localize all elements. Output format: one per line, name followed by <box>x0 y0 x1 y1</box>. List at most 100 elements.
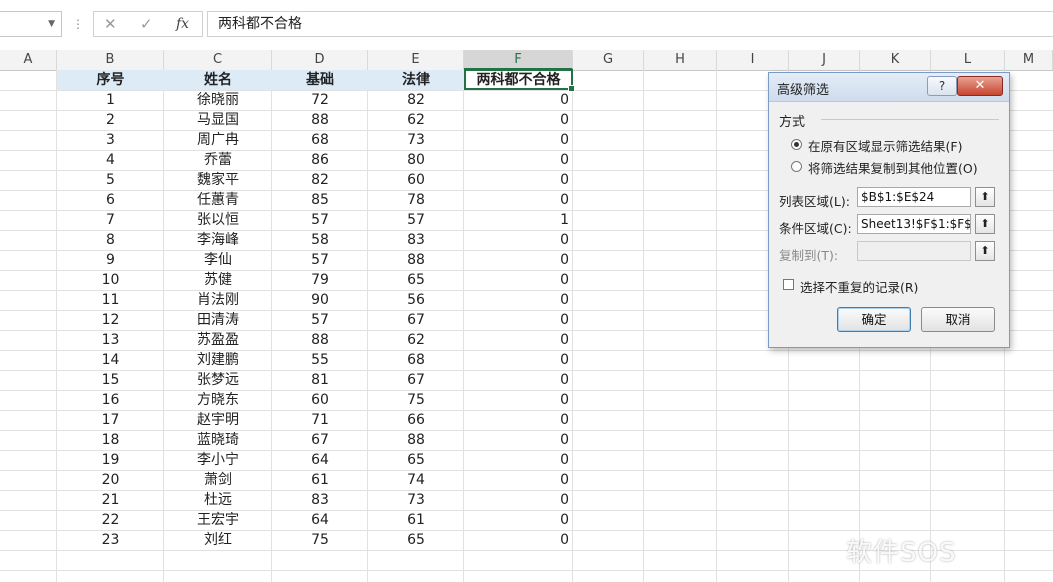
table-cell[interactable]: 60 <box>368 170 464 190</box>
table-cell[interactable]: 61 <box>368 510 464 530</box>
table-cell[interactable]: 65 <box>368 450 464 470</box>
table-cell[interactable]: 魏家平 <box>164 170 272 190</box>
table-cell[interactable]: 0 <box>464 450 573 470</box>
table-cell[interactable]: 田清涛 <box>164 310 272 330</box>
criteria-range-collapse-icon[interactable]: ⬆ <box>975 214 995 234</box>
radio-filter-in-place-label[interactable]: 在原有区域显示筛选结果(F) <box>808 136 962 155</box>
copy-to-input[interactable] <box>857 241 971 261</box>
table-cell[interactable]: 15 <box>57 370 164 390</box>
table-cell[interactable]: 88 <box>368 250 464 270</box>
column-header-i[interactable]: I <box>717 50 789 70</box>
table-cell[interactable]: 75 <box>272 530 368 550</box>
radio-copy-to-location[interactable] <box>791 161 802 172</box>
table-cell[interactable]: 66 <box>368 410 464 430</box>
table-cell[interactable]: 14 <box>57 350 164 370</box>
table-cell[interactable]: 6 <box>57 190 164 210</box>
table-cell[interactable]: 81 <box>272 370 368 390</box>
table-cell[interactable]: 0 <box>464 250 573 270</box>
table-cell[interactable]: 0 <box>464 510 573 530</box>
table-cell[interactable]: 56 <box>368 290 464 310</box>
table-cell[interactable]: 88 <box>368 430 464 450</box>
table-cell[interactable]: 57 <box>272 250 368 270</box>
table-cell[interactable]: 78 <box>368 190 464 210</box>
list-range-input[interactable]: $B$1:$E$24 <box>857 187 971 207</box>
table-cell[interactable]: 0 <box>464 530 573 550</box>
drag-handle-icon[interactable]: ⋮ <box>72 17 84 31</box>
table-cell[interactable]: 0 <box>464 470 573 490</box>
table-cell[interactable]: 0 <box>464 90 573 110</box>
column-header-d[interactable]: D <box>272 50 368 70</box>
table-cell[interactable]: 20 <box>57 470 164 490</box>
table-cell[interactable]: 0 <box>464 230 573 250</box>
column-header-h[interactable]: H <box>644 50 717 70</box>
cancel-icon[interactable]: ✕ <box>104 15 117 33</box>
table-cell[interactable]: 74 <box>368 470 464 490</box>
table-cell[interactable]: 12 <box>57 310 164 330</box>
table-cell[interactable]: 13 <box>57 330 164 350</box>
table-cell[interactable]: 0 <box>464 330 573 350</box>
table-cell[interactable]: 徐晓丽 <box>164 90 272 110</box>
table-cell[interactable]: 65 <box>368 530 464 550</box>
column-header-e[interactable]: E <box>368 50 464 70</box>
table-cell[interactable]: 8 <box>57 230 164 250</box>
table-cell[interactable]: 16 <box>57 390 164 410</box>
table-cell[interactable]: 11 <box>57 290 164 310</box>
table-cell[interactable]: 0 <box>464 410 573 430</box>
column-header-k[interactable]: K <box>860 50 931 70</box>
table-cell[interactable]: 73 <box>368 490 464 510</box>
table-cell[interactable]: 83 <box>368 230 464 250</box>
table-cell[interactable]: 张梦远 <box>164 370 272 390</box>
column-header-g[interactable]: G <box>573 50 644 70</box>
check-icon[interactable]: ✓ <box>140 15 153 33</box>
table-cell[interactable]: 马显国 <box>164 110 272 130</box>
table-cell[interactable]: 乔蕾 <box>164 150 272 170</box>
cancel-button[interactable]: 取消 <box>921 307 995 332</box>
table-cell[interactable]: 90 <box>272 290 368 310</box>
table-cell[interactable]: 0 <box>464 370 573 390</box>
table-cell[interactable]: 83 <box>272 490 368 510</box>
help-button[interactable]: ? <box>927 76 957 96</box>
list-range-collapse-icon[interactable]: ⬆ <box>975 187 995 207</box>
table-cell[interactable]: 73 <box>368 130 464 150</box>
table-cell[interactable]: 67 <box>368 370 464 390</box>
table-cell[interactable]: 9 <box>57 250 164 270</box>
table-cell[interactable]: 67 <box>368 310 464 330</box>
radio-copy-to-location-label[interactable]: 将筛选结果复制到其他位置(O) <box>808 158 978 177</box>
table-cell[interactable]: 88 <box>272 110 368 130</box>
table-cell[interactable]: 苏盈盈 <box>164 330 272 350</box>
fill-handle[interactable] <box>568 85 575 92</box>
unique-records-checkbox[interactable] <box>783 279 794 290</box>
table-cell[interactable]: 57 <box>368 210 464 230</box>
column-header-b[interactable]: B <box>57 50 164 70</box>
table-cell[interactable]: 刘红 <box>164 530 272 550</box>
column-header-l[interactable]: L <box>931 50 1005 70</box>
table-cell[interactable]: 72 <box>272 90 368 110</box>
table-cell[interactable]: 赵宇明 <box>164 410 272 430</box>
table-cell[interactable]: 0 <box>464 290 573 310</box>
table-cell[interactable]: 71 <box>272 410 368 430</box>
table-cell[interactable]: 68 <box>368 350 464 370</box>
table-cell[interactable]: 64 <box>272 510 368 530</box>
column-header-f[interactable]: F <box>464 50 573 70</box>
table-cell[interactable]: 0 <box>464 130 573 150</box>
formula-input[interactable]: 两科都不合格 <box>207 11 1053 37</box>
table-cell[interactable]: 17 <box>57 410 164 430</box>
insert-function-icon[interactable]: fx <box>176 16 189 32</box>
ok-button[interactable]: 确定 <box>837 307 911 332</box>
header-cell[interactable]: 法律 <box>368 70 464 90</box>
table-cell[interactable]: 0 <box>464 170 573 190</box>
header-cell[interactable]: 基础 <box>272 70 368 90</box>
table-cell[interactable]: 1 <box>57 90 164 110</box>
table-cell[interactable]: 任蕙青 <box>164 190 272 210</box>
table-cell[interactable]: 王宏宇 <box>164 510 272 530</box>
table-cell[interactable]: 0 <box>464 390 573 410</box>
table-cell[interactable]: 58 <box>272 230 368 250</box>
close-button[interactable]: ✕ <box>957 76 1003 96</box>
table-cell[interactable]: 21 <box>57 490 164 510</box>
table-cell[interactable]: 4 <box>57 150 164 170</box>
table-cell[interactable]: 3 <box>57 130 164 150</box>
table-cell[interactable]: 0 <box>464 190 573 210</box>
unique-records-label[interactable]: 选择不重复的记录(R) <box>800 277 918 296</box>
column-header-m[interactable]: M <box>1005 50 1053 70</box>
table-cell[interactable]: 79 <box>272 270 368 290</box>
